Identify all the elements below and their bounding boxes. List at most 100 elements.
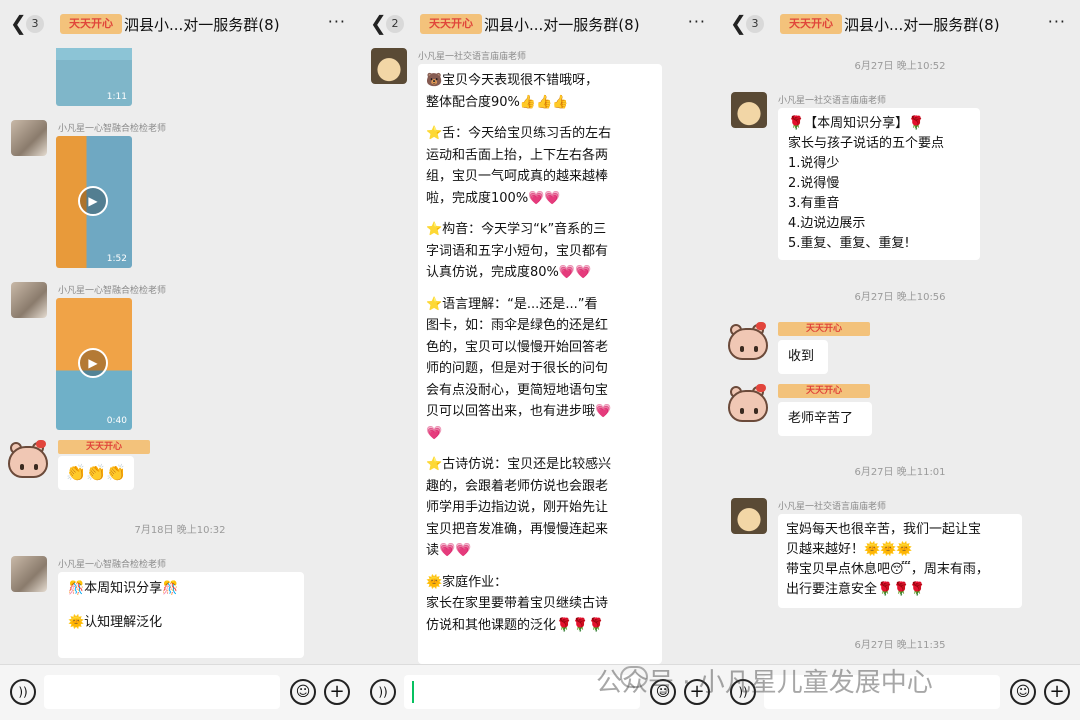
- message-line: 贝可以回答出来，也有进步哦💗: [426, 404, 612, 419]
- message-line: 3.有重音: [788, 196, 840, 211]
- message-line: 读💗💗: [426, 543, 472, 558]
- message-bubble[interactable]: 宝妈每天也很辛苦，我们一起让宝 贝越来越好！🌞🌞🌞 带宝贝早点休息吧😴，周末有雨…: [778, 514, 1022, 608]
- chat-title: 泗县小...对一服务群(8): [844, 16, 1000, 34]
- message-bubble[interactable]: 🐻宝贝今天表现很不错哦呀， 整体配合度90%👍👍👍 ⭐舌：今天给宝贝练习舌的左右 运动…: [418, 64, 662, 664]
- message-line: 啦，完成度100%💗💗: [426, 190, 561, 206]
- message-line: [426, 113, 654, 123]
- message-line: 带宝贝早点休息吧😴，周末有雨，: [786, 562, 989, 577]
- timestamp: 6月27日 晚上11:35: [854, 640, 946, 651]
- sender-name: 小凡星一社交语言庙庙老师: [778, 96, 887, 106]
- unread-count-badge: 2: [386, 15, 404, 33]
- message-line: 🐻宝贝今天表现很不错哦呀，: [426, 73, 599, 88]
- message-line: 图卡，如：雨伞是绿色的还是红: [426, 318, 609, 333]
- emoji-icon[interactable]: ☺: [290, 679, 316, 705]
- message-line: 4.边说边展示: [788, 216, 866, 231]
- message-line: 宝妈每天也很辛苦，我们一起让宝: [786, 522, 982, 537]
- back-icon[interactable]: ❮: [730, 13, 747, 33]
- message-line: 色的，宝贝可以慢慢开始回答老: [426, 339, 609, 355]
- message-line: ⭐舌：今天给宝贝练习舌的左右: [426, 126, 612, 141]
- message-line: 🌞认知理解泛化: [68, 615, 163, 630]
- message-line: [426, 284, 654, 294]
- message-line: 贝越来越好！🌞🌞🌞: [786, 542, 913, 557]
- message-bubble[interactable]: 收到: [778, 340, 828, 374]
- plus-icon[interactable]: +: [324, 679, 350, 705]
- chat-panel-2: ❮ 2 天天开心 泗县小...对一服务群(8) ··· 小凡星一社交语言庙庙老师…: [360, 0, 720, 720]
- avatar[interactable]: [11, 282, 47, 318]
- message-line: 💗: [426, 425, 443, 441]
- chat-header: ❮ 3 天天开心 泗县小...对一服务群(8) ···: [0, 0, 360, 48]
- chat-panel-1: ❮ 3 天天开心 泗县小...对一服务群(8) ··· 1:11 小凡星一心智融…: [0, 0, 360, 720]
- avatar[interactable]: [726, 384, 770, 424]
- avatar[interactable]: [731, 498, 767, 534]
- text-cursor: [412, 681, 414, 703]
- voice-icon[interactable]: )): [10, 679, 36, 705]
- timestamp: 6月27日 晚上11:01: [854, 467, 946, 478]
- group-title-sticker: 天天开心: [420, 14, 482, 34]
- avatar[interactable]: [11, 120, 47, 156]
- message-line: 家长与孩子说话的五个要点: [788, 136, 945, 151]
- message-line: 家长在家里要带着宝贝继续古诗: [426, 596, 609, 611]
- back-icon[interactable]: ❮: [10, 13, 27, 33]
- message-line: [426, 562, 654, 572]
- message-line: 仿说和其他课题的泛化🌹🌹🌹: [426, 617, 605, 633]
- message-line: 收到: [788, 349, 815, 364]
- emoji-message[interactable]: 👏👏👏: [58, 456, 134, 490]
- message-line: 字词语和五字小短句，宝贝都有: [426, 243, 609, 259]
- timestamp: 6月27日 晚上10:52: [854, 61, 946, 72]
- avatar[interactable]: [731, 92, 767, 128]
- message-line: [426, 209, 654, 219]
- avatar[interactable]: [6, 440, 50, 480]
- message-line: 出行要注意安全🌹🌹🌹: [786, 582, 926, 597]
- message-line: 宝贝把音发准确，再慢慢连起来: [426, 521, 609, 537]
- message-line: 组，宝贝一气呵成真的越来越棒: [426, 169, 609, 184]
- message-bubble[interactable]: 老师辛苦了: [778, 402, 872, 436]
- message-line: 1.说得少: [788, 156, 840, 171]
- sender-name: 小凡星一心智融合检检老师: [58, 124, 167, 134]
- chat-panel-3: ❮ 3 天天开心 泗县小...对一服务群(8) ··· 6月27日 晚上10:5…: [720, 0, 1080, 720]
- group-title-sticker: 天天开心: [60, 14, 122, 34]
- unread-count-badge: 3: [746, 15, 764, 33]
- message-line: ⭐古诗仿说：宝贝还是比较感兴: [426, 457, 612, 472]
- message-line: 师学用手边指边说，刚开始先让: [426, 500, 609, 515]
- message-bubble[interactable]: 🎊本周知识分享🎊 🌞认知理解泛化: [58, 572, 304, 658]
- avatar[interactable]: [11, 556, 47, 592]
- message-line: [426, 444, 654, 454]
- avatar[interactable]: [371, 48, 407, 84]
- message-line: [68, 600, 294, 612]
- message-line: ⭐语言理解：“是...还是...”看: [426, 296, 598, 312]
- nickname-sticker: 天天开心: [58, 440, 150, 454]
- video-duration: 0:40: [106, 416, 127, 426]
- video-message[interactable]: ▶ 0:40: [56, 298, 132, 430]
- message-input[interactable]: [44, 675, 280, 709]
- message-bubble[interactable]: 🌹【本周知识分享】🌹 家长与孩子说话的五个要点 1.说得少 2.说得慢 3.有重…: [778, 108, 980, 260]
- message-line: 认真仿说，完成度80%💗💗: [426, 265, 592, 280]
- more-options-icon[interactable]: ···: [688, 12, 706, 31]
- timestamp: 7月18日 晚上10:32: [134, 525, 226, 536]
- timestamp: 6月27日 晚上10:56: [854, 292, 946, 303]
- message-line: 整体配合度90%👍👍👍: [426, 94, 569, 110]
- sender-name: 小凡星一心智融合检检老师: [58, 560, 167, 570]
- message-line: 老师辛苦了: [788, 411, 854, 426]
- back-icon[interactable]: ❮: [370, 13, 387, 33]
- message-line: 会有点没耐心，更简短地语句宝: [426, 382, 609, 398]
- play-icon[interactable]: ▶: [78, 186, 108, 216]
- message-line: 趣的，会跟着老师仿说也会跟老: [426, 478, 609, 494]
- nickname-sticker: 天天开心: [778, 322, 870, 336]
- more-options-icon[interactable]: ···: [328, 12, 346, 31]
- message-line: ⭐构音：今天学习“k”音系的三: [426, 222, 607, 237]
- avatar[interactable]: [726, 322, 770, 362]
- message-line: 师的问题，但是对于很长的问句: [426, 361, 609, 376]
- play-icon[interactable]: ▶: [78, 348, 108, 378]
- message-line: 5.重复、重复、重复!: [788, 236, 910, 251]
- chat-title: 泗县小...对一服务群(8): [124, 16, 280, 34]
- video-duration: 1:52: [106, 254, 127, 264]
- voice-icon[interactable]: )): [370, 679, 396, 705]
- message-line: 🌹【本周知识分享】🌹: [788, 116, 925, 131]
- plus-icon[interactable]: +: [1044, 679, 1070, 705]
- input-bar: )) ☺ +: [0, 664, 360, 720]
- more-options-icon[interactable]: ···: [1048, 12, 1066, 31]
- video-message[interactable]: ▶ 1:52: [56, 136, 132, 268]
- watermark: 公众号 · 小凡星儿童发展中心: [596, 668, 933, 698]
- message-line: 运动和舌面上抬，上下左右各两: [426, 147, 609, 163]
- emoji-icon[interactable]: ☺: [1010, 679, 1036, 705]
